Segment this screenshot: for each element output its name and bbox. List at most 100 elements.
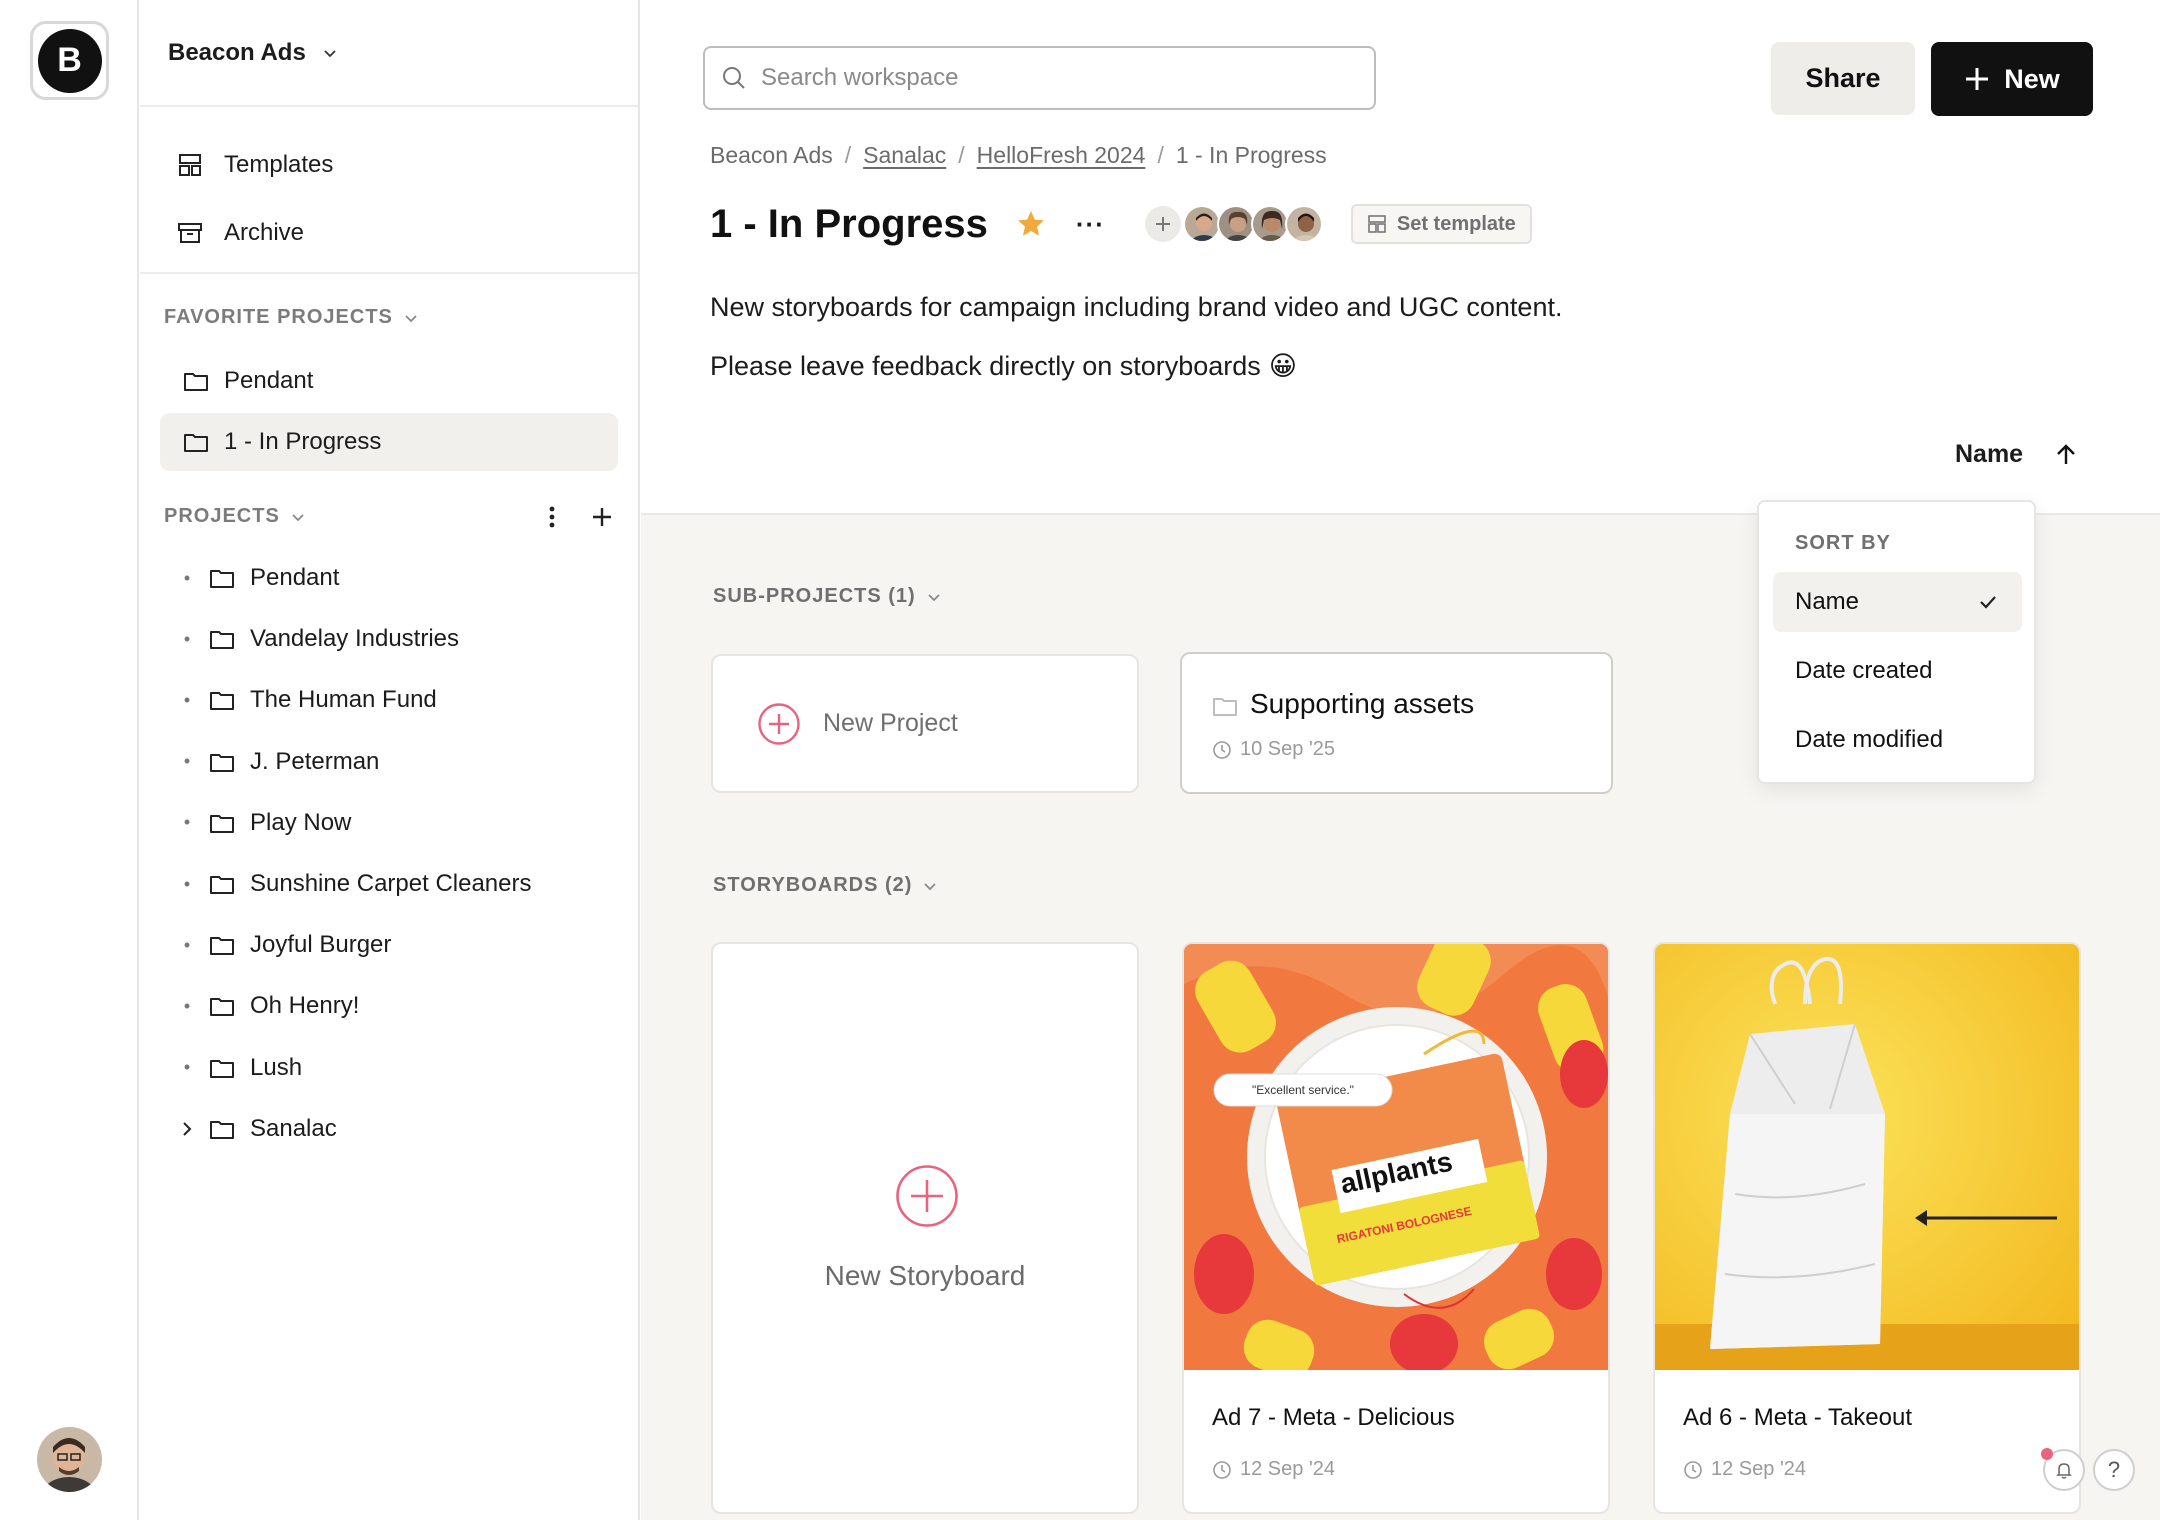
- projects-header[interactable]: PROJECTS: [164, 505, 306, 528]
- chevron-down-icon: [292, 513, 304, 521]
- sidebar-project-item[interactable]: • Joyful Burger: [180, 920, 392, 970]
- projects-actions: [540, 500, 614, 534]
- add-member-button[interactable]: [1144, 206, 1181, 242]
- user-avatar[interactable]: [37, 1427, 102, 1492]
- sidebar-project-item[interactable]: • Vandelay Industries: [180, 614, 459, 664]
- project-label: J. Peterman: [250, 747, 380, 775]
- bullet-icon: •: [183, 567, 191, 588]
- avatar: [1182, 205, 1221, 243]
- project-description-line: New storyboards for campaign including b…: [710, 292, 1563, 322]
- templates-icon: [179, 154, 201, 176]
- template-icon: [1368, 215, 1386, 233]
- favorite-item-pendant[interactable]: Pendant: [160, 352, 618, 410]
- workspace-switcher[interactable]: Beacon Ads: [140, 0, 638, 107]
- project-description-line: Please leave feedback directly on storyb…: [710, 351, 1297, 382]
- project-label: Sanalac: [250, 1114, 337, 1142]
- sort-menu-header: SORT BY: [1795, 532, 1891, 554]
- sort-option-label: Name: [1795, 588, 1860, 615]
- breadcrumb-item[interactable]: Beacon Ads: [710, 142, 833, 169]
- sidebar-item-archive[interactable]: Archive: [140, 199, 638, 267]
- avatar: [1284, 205, 1323, 243]
- project-label: Oh Henry!: [250, 992, 360, 1020]
- sidebar-project-item[interactable]: • Sunshine Carpet Cleaners: [180, 859, 532, 909]
- project-label: Play Now: [250, 808, 352, 836]
- project-header-area: Share New Beacon Ads / Sanalac / HelloFr…: [641, 0, 2160, 515]
- share-button[interactable]: Share: [1771, 42, 1915, 115]
- plus-circle-icon: [896, 1165, 958, 1227]
- chevron-down-icon: [324, 49, 336, 57]
- sidebar-project-item[interactable]: • The Human Fund: [180, 675, 437, 725]
- breadcrumb-separator: /: [958, 142, 965, 168]
- sort-option-date-created[interactable]: Date created: [1773, 641, 2022, 701]
- breadcrumb-separator: /: [1157, 142, 1164, 168]
- sub-project-date: 10 Sep '25: [1212, 738, 1335, 761]
- section-label: PROJECTS: [164, 505, 280, 527]
- new-storyboard-card[interactable]: New Storyboard: [711, 942, 1139, 1514]
- clock-icon: [1684, 1460, 1702, 1479]
- add-project-button[interactable]: [590, 500, 614, 534]
- storyboard-card[interactable]: Ad 6 - Meta - Takeout 12 Sep '24: [1653, 942, 2081, 1514]
- workspace-logo-button[interactable]: B: [30, 21, 109, 100]
- folder-icon: [210, 631, 234, 650]
- folder-icon: [210, 753, 234, 772]
- sort-control[interactable]: Name: [1955, 440, 2079, 469]
- share-button-label: Share: [1805, 63, 1881, 93]
- sidebar-project-item[interactable]: Sanalac: [180, 1104, 337, 1154]
- sidebar-project-item[interactable]: • Lush: [180, 1043, 302, 1093]
- bullet-icon: •: [183, 812, 191, 833]
- projects-more-button[interactable]: [540, 500, 564, 534]
- set-template-button[interactable]: Set template: [1350, 204, 1532, 244]
- search-box[interactable]: [703, 46, 1376, 110]
- project-label: Pendant: [250, 564, 340, 591]
- new-project-card[interactable]: New Project: [711, 654, 1139, 793]
- sidebar-project-item[interactable]: • Play Now: [180, 798, 352, 848]
- sidebar-project-item[interactable]: • Oh Henry!: [180, 981, 360, 1031]
- folder-icon: [210, 1120, 234, 1139]
- search-input[interactable]: [761, 64, 1321, 92]
- breadcrumb-separator: /: [844, 142, 852, 168]
- sort-option-name[interactable]: Name: [1773, 572, 2022, 632]
- help-button[interactable]: ?: [2093, 1449, 2135, 1491]
- star-icon[interactable]: [1016, 209, 1046, 239]
- sub-projects-header[interactable]: SUB-PROJECTS (1): [713, 585, 942, 608]
- storyboards-header[interactable]: STORYBOARDS (2): [713, 874, 938, 897]
- storyboard-date: 12 Sep '24: [1683, 1458, 1806, 1481]
- bullet-icon: •: [183, 689, 191, 710]
- sub-project-card[interactable]: Supporting assets 10 Sep '25: [1180, 652, 1613, 794]
- more-options-button[interactable]: ···: [1076, 211, 1105, 237]
- group-label: STORYBOARDS (2): [713, 874, 913, 896]
- sort-dropdown-menu: SORT BY Name Date created Date modified: [1757, 500, 2036, 784]
- storyboard-name: Ad 7 - Meta - Delicious: [1212, 1404, 1455, 1431]
- clock-icon: [1213, 740, 1231, 759]
- bullet-icon: •: [183, 995, 191, 1016]
- plus-icon: [1155, 217, 1170, 231]
- favorite-projects-header[interactable]: FAVORITE PROJECTS: [164, 306, 419, 329]
- page-title[interactable]: 1 - In Progress: [710, 202, 988, 247]
- breadcrumb-link[interactable]: Sanalac: [863, 142, 946, 169]
- project-label: Vandelay Industries: [250, 625, 460, 653]
- project-label: Joyful Burger: [250, 931, 392, 959]
- favorite-item-label: 1 - In Progress: [224, 428, 382, 455]
- chevron-down-icon: [405, 314, 417, 322]
- storyboard-date: 12 Sep '24: [1212, 1458, 1335, 1481]
- chevron-down-icon: [924, 882, 937, 890]
- workspace-name: Beacon Ads: [168, 38, 306, 66]
- project-label: Lush: [250, 1053, 303, 1081]
- folder-icon: [210, 1059, 234, 1078]
- bell-icon: [2056, 1463, 2072, 1479]
- date-text: 10 Sep '25: [1240, 738, 1336, 760]
- arrow-up-icon: [2057, 443, 2075, 464]
- storyboard-card[interactable]: allplants RIGATONI BOLOGNESE "Excellent …: [1182, 942, 1610, 1514]
- sidebar-project-item[interactable]: • J. Peterman: [180, 737, 380, 787]
- clock-icon: [1213, 1460, 1231, 1479]
- favorite-item-in-progress[interactable]: 1 - In Progress: [160, 413, 618, 471]
- chevron-right-icon[interactable]: [180, 1120, 194, 1138]
- breadcrumb-link[interactable]: HelloFresh 2024: [977, 142, 1146, 169]
- sidebar-item-templates[interactable]: Templates: [140, 131, 638, 199]
- bullet-icon: •: [183, 873, 191, 894]
- section-label: FAVORITE PROJECTS: [164, 306, 393, 328]
- member-avatars[interactable]: [1182, 205, 1323, 243]
- sidebar-project-item[interactable]: • Pendant: [180, 553, 340, 603]
- new-button[interactable]: New: [1931, 42, 2093, 116]
- sort-option-date-modified[interactable]: Date modified: [1773, 710, 2022, 770]
